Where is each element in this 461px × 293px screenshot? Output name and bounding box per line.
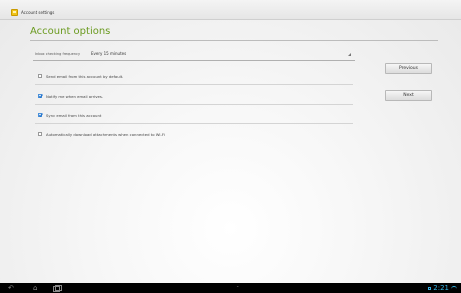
inbox-frequency-spinner[interactable]: Inbox checking frequency Every 15 minute… bbox=[35, 50, 355, 60]
auto-download-label: Automatically download attachments when … bbox=[46, 131, 165, 137]
auto-download-checkbox[interactable] bbox=[38, 132, 42, 136]
clock: 2:21 bbox=[433, 284, 449, 292]
title-divider bbox=[30, 40, 438, 41]
notify-checkbox[interactable] bbox=[38, 94, 42, 98]
previous-button[interactable]: Previous bbox=[385, 63, 432, 74]
sync-label: Sync email from this account bbox=[46, 112, 102, 118]
row-divider bbox=[35, 84, 353, 85]
wifi-icon bbox=[451, 286, 457, 292]
system-navigation-bar: ↶ ⌂ ⌃ 2:21 bbox=[0, 283, 461, 293]
option-sync[interactable]: Sync email from this account bbox=[35, 108, 353, 124]
send-default-label: Send email from this account by default. bbox=[46, 73, 124, 79]
sync-checkbox[interactable] bbox=[38, 113, 42, 117]
inbox-frequency-label: Inbox checking frequency bbox=[35, 52, 81, 56]
recent-apps-icon[interactable] bbox=[53, 284, 62, 292]
home-icon[interactable]: ⌂ bbox=[33, 284, 37, 292]
row-divider bbox=[35, 123, 353, 124]
spinner-arrow-icon[interactable] bbox=[348, 53, 351, 56]
row-divider bbox=[35, 104, 353, 105]
frequency-underline bbox=[33, 60, 355, 61]
notification-icon bbox=[428, 286, 432, 290]
back-icon[interactable]: ↶ bbox=[8, 284, 14, 292]
option-notify[interactable]: Notify me when email arrives. bbox=[35, 89, 353, 105]
option-send-default[interactable]: Send email from this account by default. bbox=[35, 69, 353, 85]
next-button[interactable]: Next bbox=[385, 90, 432, 101]
up-arrow-icon[interactable]: ⌃ bbox=[236, 284, 239, 292]
inbox-frequency-value[interactable]: Every 15 minutes bbox=[91, 51, 126, 56]
email-app-icon bbox=[11, 9, 18, 16]
notify-label: Notify me when email arrives. bbox=[46, 93, 104, 99]
send-default-checkbox[interactable] bbox=[38, 74, 42, 78]
title-bar: Account settings bbox=[0, 0, 461, 20]
window-title: Account settings bbox=[21, 10, 55, 15]
option-auto-download[interactable]: Automatically download attachments when … bbox=[35, 127, 353, 143]
status-tray[interactable]: 2:21 bbox=[428, 284, 457, 292]
page-title: Account options bbox=[30, 26, 111, 37]
